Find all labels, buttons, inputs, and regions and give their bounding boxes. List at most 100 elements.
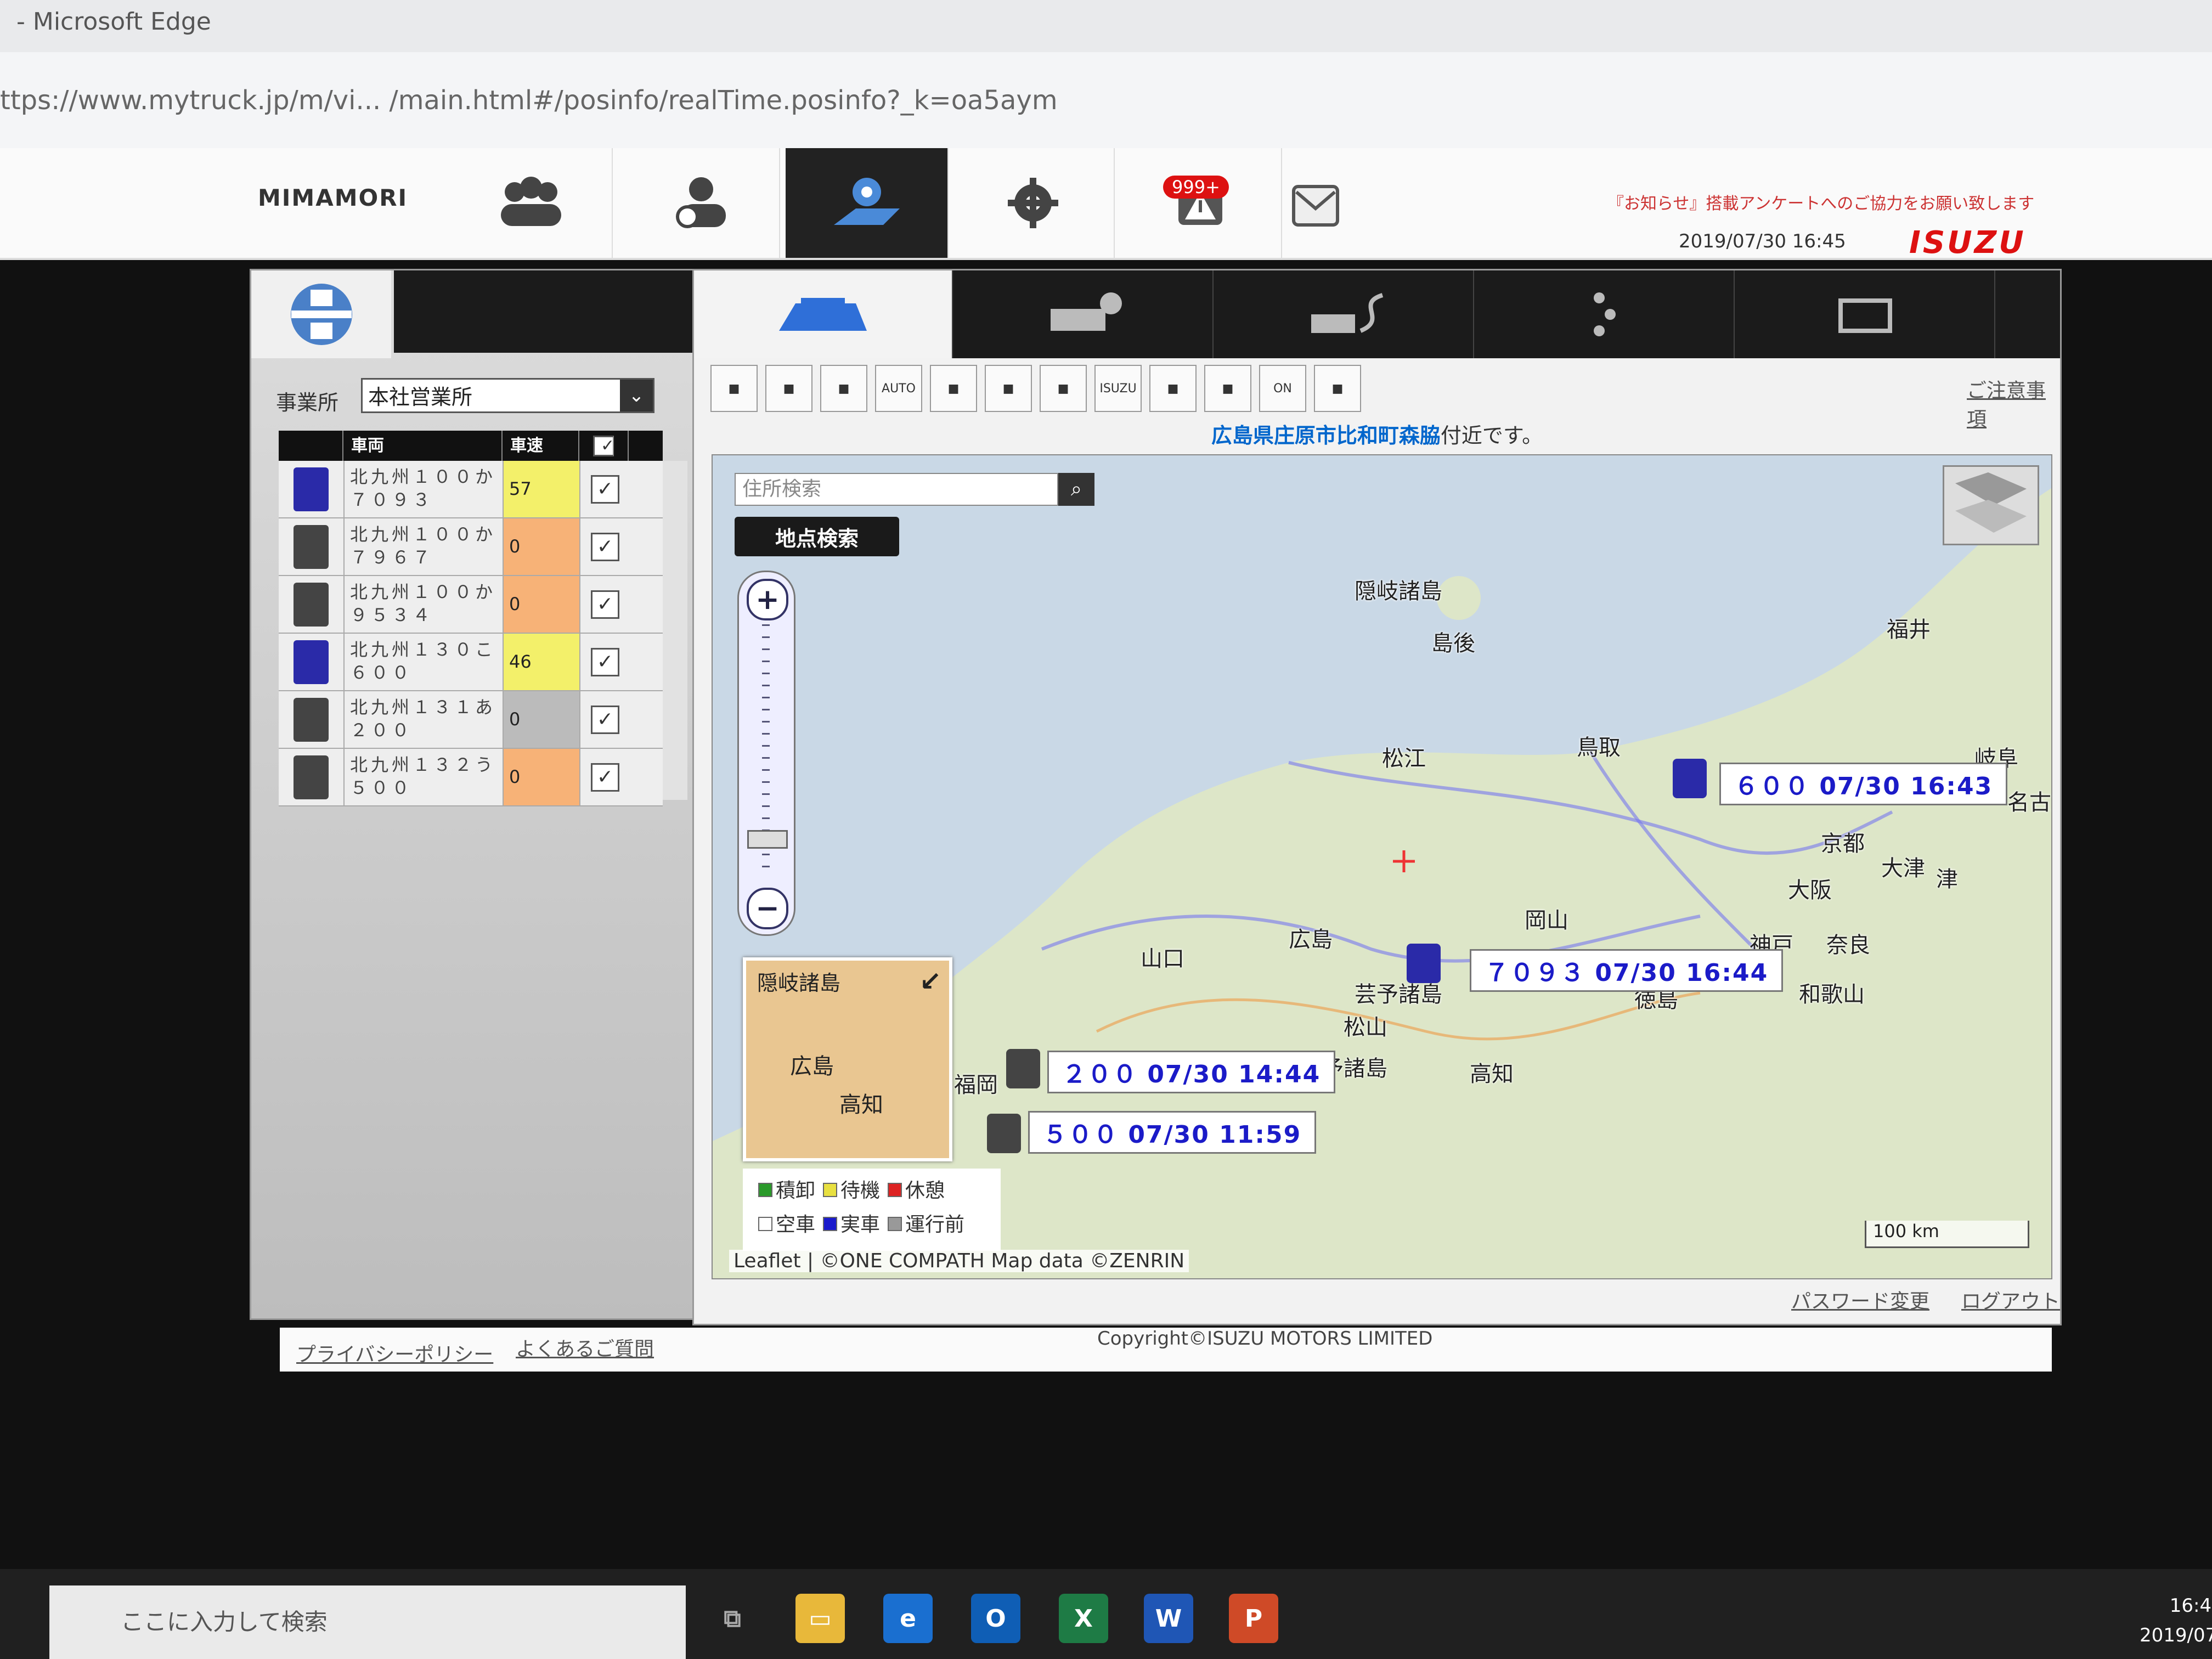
vehicle-list-scrollbar[interactable] <box>663 461 687 800</box>
nav-settings-button[interactable] <box>952 148 1115 258</box>
tab-realtime[interactable] <box>694 270 953 358</box>
tab-history[interactable] <box>955 270 1214 358</box>
truck-icon <box>279 691 345 748</box>
taskbar-clock[interactable]: 16:45 2019/07/ <box>2140 1591 2212 1650</box>
outlook-icon[interactable]: O <box>971 1594 1020 1643</box>
vehicle-marker-label[interactable]: ７０９３ 07/30 16:44 <box>1470 949 1784 992</box>
collapse-arrow-icon[interactable]: ↙ <box>919 966 941 997</box>
square-icon[interactable]: ■ <box>710 365 758 412</box>
tab-path[interactable] <box>1476 270 1735 358</box>
vehicle-tab[interactable] <box>251 270 391 358</box>
isuzu-logo: ISUZU <box>1909 225 2026 261</box>
taskbar-search[interactable]: ここに入力して検索 <box>49 1585 686 1659</box>
vehicle-marker[interactable] <box>1673 759 1707 798</box>
truck-icon <box>279 576 345 633</box>
privacy-link[interactable]: プライバシーポリシー <box>296 1339 493 1367</box>
zoom-search-icon[interactable]: ■ <box>1314 365 1361 412</box>
excel-icon[interactable]: X <box>1059 1594 1108 1643</box>
legend-label: 空車 <box>776 1214 816 1236</box>
task-view-icon[interactable]: ⧉ <box>708 1594 757 1643</box>
zoom-out-button[interactable]: − <box>747 888 788 929</box>
place-label: 隠岐諸島 <box>1355 579 1442 604</box>
pin-icon[interactable]: ■ <box>765 365 812 412</box>
minimap-label: 隠岐諸島 <box>757 971 841 995</box>
truck-icon <box>279 518 345 575</box>
hexagon-icon[interactable]: ■ <box>820 365 867 412</box>
vehicle-checkbox[interactable]: ✓ <box>580 576 630 633</box>
office-label: 事業所 <box>276 391 339 415</box>
tool-on[interactable]: ON <box>1259 365 1306 412</box>
vehicle-row[interactable]: 北九州１００か ７９６７ 0 ✓ <box>279 518 663 576</box>
vehicle-marker[interactable] <box>1407 944 1441 983</box>
truck-status-icon[interactable]: ■ <box>985 365 1032 412</box>
nav-driver-button[interactable] <box>617 148 780 258</box>
tab-window[interactable] <box>1736 270 1995 358</box>
tool-auto[interactable]: AUTO <box>875 365 922 412</box>
browser-title: - Microsoft Edge <box>16 8 211 36</box>
overview-minimap[interactable]: 隠岐諸島 広島 高知 ↙ <box>743 957 952 1161</box>
place-label: 津 <box>1936 867 1958 892</box>
vehicle-checkbox[interactable]: ✓ <box>580 749 630 805</box>
place-label: 大津 <box>1881 856 1925 881</box>
taskbar: ここに入力して検索 ⧉ ▭ e O X W P 16:45 2019/07/ <box>0 1569 2212 1659</box>
vehicle-checkbox[interactable]: ✓ <box>580 691 630 748</box>
tool-isuzu[interactable]: ISUZU <box>1094 365 1142 412</box>
powerpoint-icon[interactable]: P <box>1229 1594 1278 1643</box>
vehicle-speed: 57 <box>504 461 580 517</box>
address-search-input[interactable]: 住所検索 <box>735 473 1058 506</box>
vehicle-row[interactable]: 北九州１００か ９５３４ 0 ✓ <box>279 576 663 634</box>
edge-icon[interactable]: e <box>883 1594 933 1643</box>
vehicle-checkbox[interactable]: ✓ <box>580 461 630 517</box>
select-all-checkbox[interactable]: ✓ <box>579 431 629 461</box>
url-text[interactable]: ttps://www.mytruck.jp/m/vi... /main.html… <box>0 85 1058 116</box>
notice-link[interactable]: 『お知らせ』搭載アンケートへのご協力をお願い致します <box>1607 190 2034 214</box>
vehicle-name: 北九州１３０こ ６００ <box>345 634 504 690</box>
nav-location-button[interactable] <box>786 148 949 258</box>
vehicle-marker-label[interactable]: ２００ 07/30 14:44 <box>1047 1051 1336 1093</box>
vehicle-marker-label[interactable]: ５００ 07/30 11:59 <box>1028 1111 1317 1154</box>
search-button[interactable]: ⌕ <box>1058 473 1094 506</box>
legend-swatch <box>823 1217 838 1231</box>
place-label: 鳥取 <box>1577 735 1621 760</box>
vehicle-marker[interactable] <box>987 1114 1021 1153</box>
office-select[interactable]: 本社営業所 ⌄ <box>361 378 654 413</box>
map-panel: ■ ■ ■ AUTO ■ ■ ■ ISUZU ■ ■ ON ■ ご注意事項 広島県庄原市比和町森脇付近… <box>692 269 2062 1325</box>
map-view[interactable]: 隠岐諸島島後福井松江鳥取岐阜名古屋京都大津津大阪岡山神戸奈良広島小豆島山口和歌山… <box>712 454 2052 1279</box>
gear-icon <box>1007 178 1058 228</box>
vehicle-row[interactable]: 北九州１３２う ５００ 0 ✓ <box>279 749 663 806</box>
address-bar[interactable]: ttps://www.mytruck.jp/m/vi... /main.html… <box>0 52 2212 163</box>
browser-title-bar: - Microsoft Edge <box>0 0 2212 53</box>
layer-toggle-button[interactable] <box>1943 465 2039 545</box>
truck-history-icon <box>1051 292 1122 331</box>
vehicle-speed: 0 <box>504 749 580 805</box>
vehicle-row[interactable]: 北九州１３０こ ６００ 46 ✓ <box>279 634 663 691</box>
vehicle-row[interactable]: 北九州１３１あ ２００ 0 ✓ <box>279 691 663 749</box>
vehicle-marker-label[interactable]: ６００ 07/30 16:43 <box>1719 763 2008 805</box>
zoom-handle[interactable] <box>747 830 788 849</box>
truck-list-icon[interactable]: ■ <box>930 365 977 412</box>
vehicle-row[interactable]: 北九州１００か ７０９３ 57 ✓ <box>279 461 663 518</box>
nav-group-button[interactable] <box>450 148 613 258</box>
faq-link[interactable]: よくあるご質問 <box>516 1333 654 1362</box>
header-datetime: 2019/07/30 16:45 <box>1679 230 1846 252</box>
password-change-link[interactable]: パスワード変更 <box>1791 1285 1929 1314</box>
vehicle-checkbox[interactable]: ✓ <box>580 634 630 690</box>
logout-link[interactable]: ログアウト <box>1961 1285 2060 1314</box>
rain-icon[interactable]: ■ <box>1040 365 1087 412</box>
nav-mail-button[interactable] <box>1234 148 1396 258</box>
zoom-slider[interactable]: + − <box>737 571 795 936</box>
legend-swatch <box>888 1217 902 1231</box>
zoom-in-button[interactable]: + <box>747 579 788 620</box>
vehicle-speed: 0 <box>504 691 580 748</box>
network-icon <box>290 284 352 345</box>
point-search-button[interactable]: 地点検索 <box>735 517 899 556</box>
vehicle-checkbox[interactable]: ✓ <box>580 518 630 575</box>
tab-route[interactable] <box>1215 270 1474 358</box>
screen-icon[interactable]: ■ <box>1204 365 1251 412</box>
word-icon[interactable]: W <box>1144 1594 1193 1643</box>
vehicle-marker[interactable] <box>1006 1049 1040 1088</box>
map-toolbar: ■ ■ ■ AUTO ■ ■ ■ ISUZU ■ ■ ON ■ <box>710 364 1361 413</box>
sun-icon[interactable]: ■ <box>1149 365 1197 412</box>
legend-label: 待機 <box>840 1180 881 1202</box>
file-explorer-icon[interactable]: ▭ <box>795 1594 845 1643</box>
